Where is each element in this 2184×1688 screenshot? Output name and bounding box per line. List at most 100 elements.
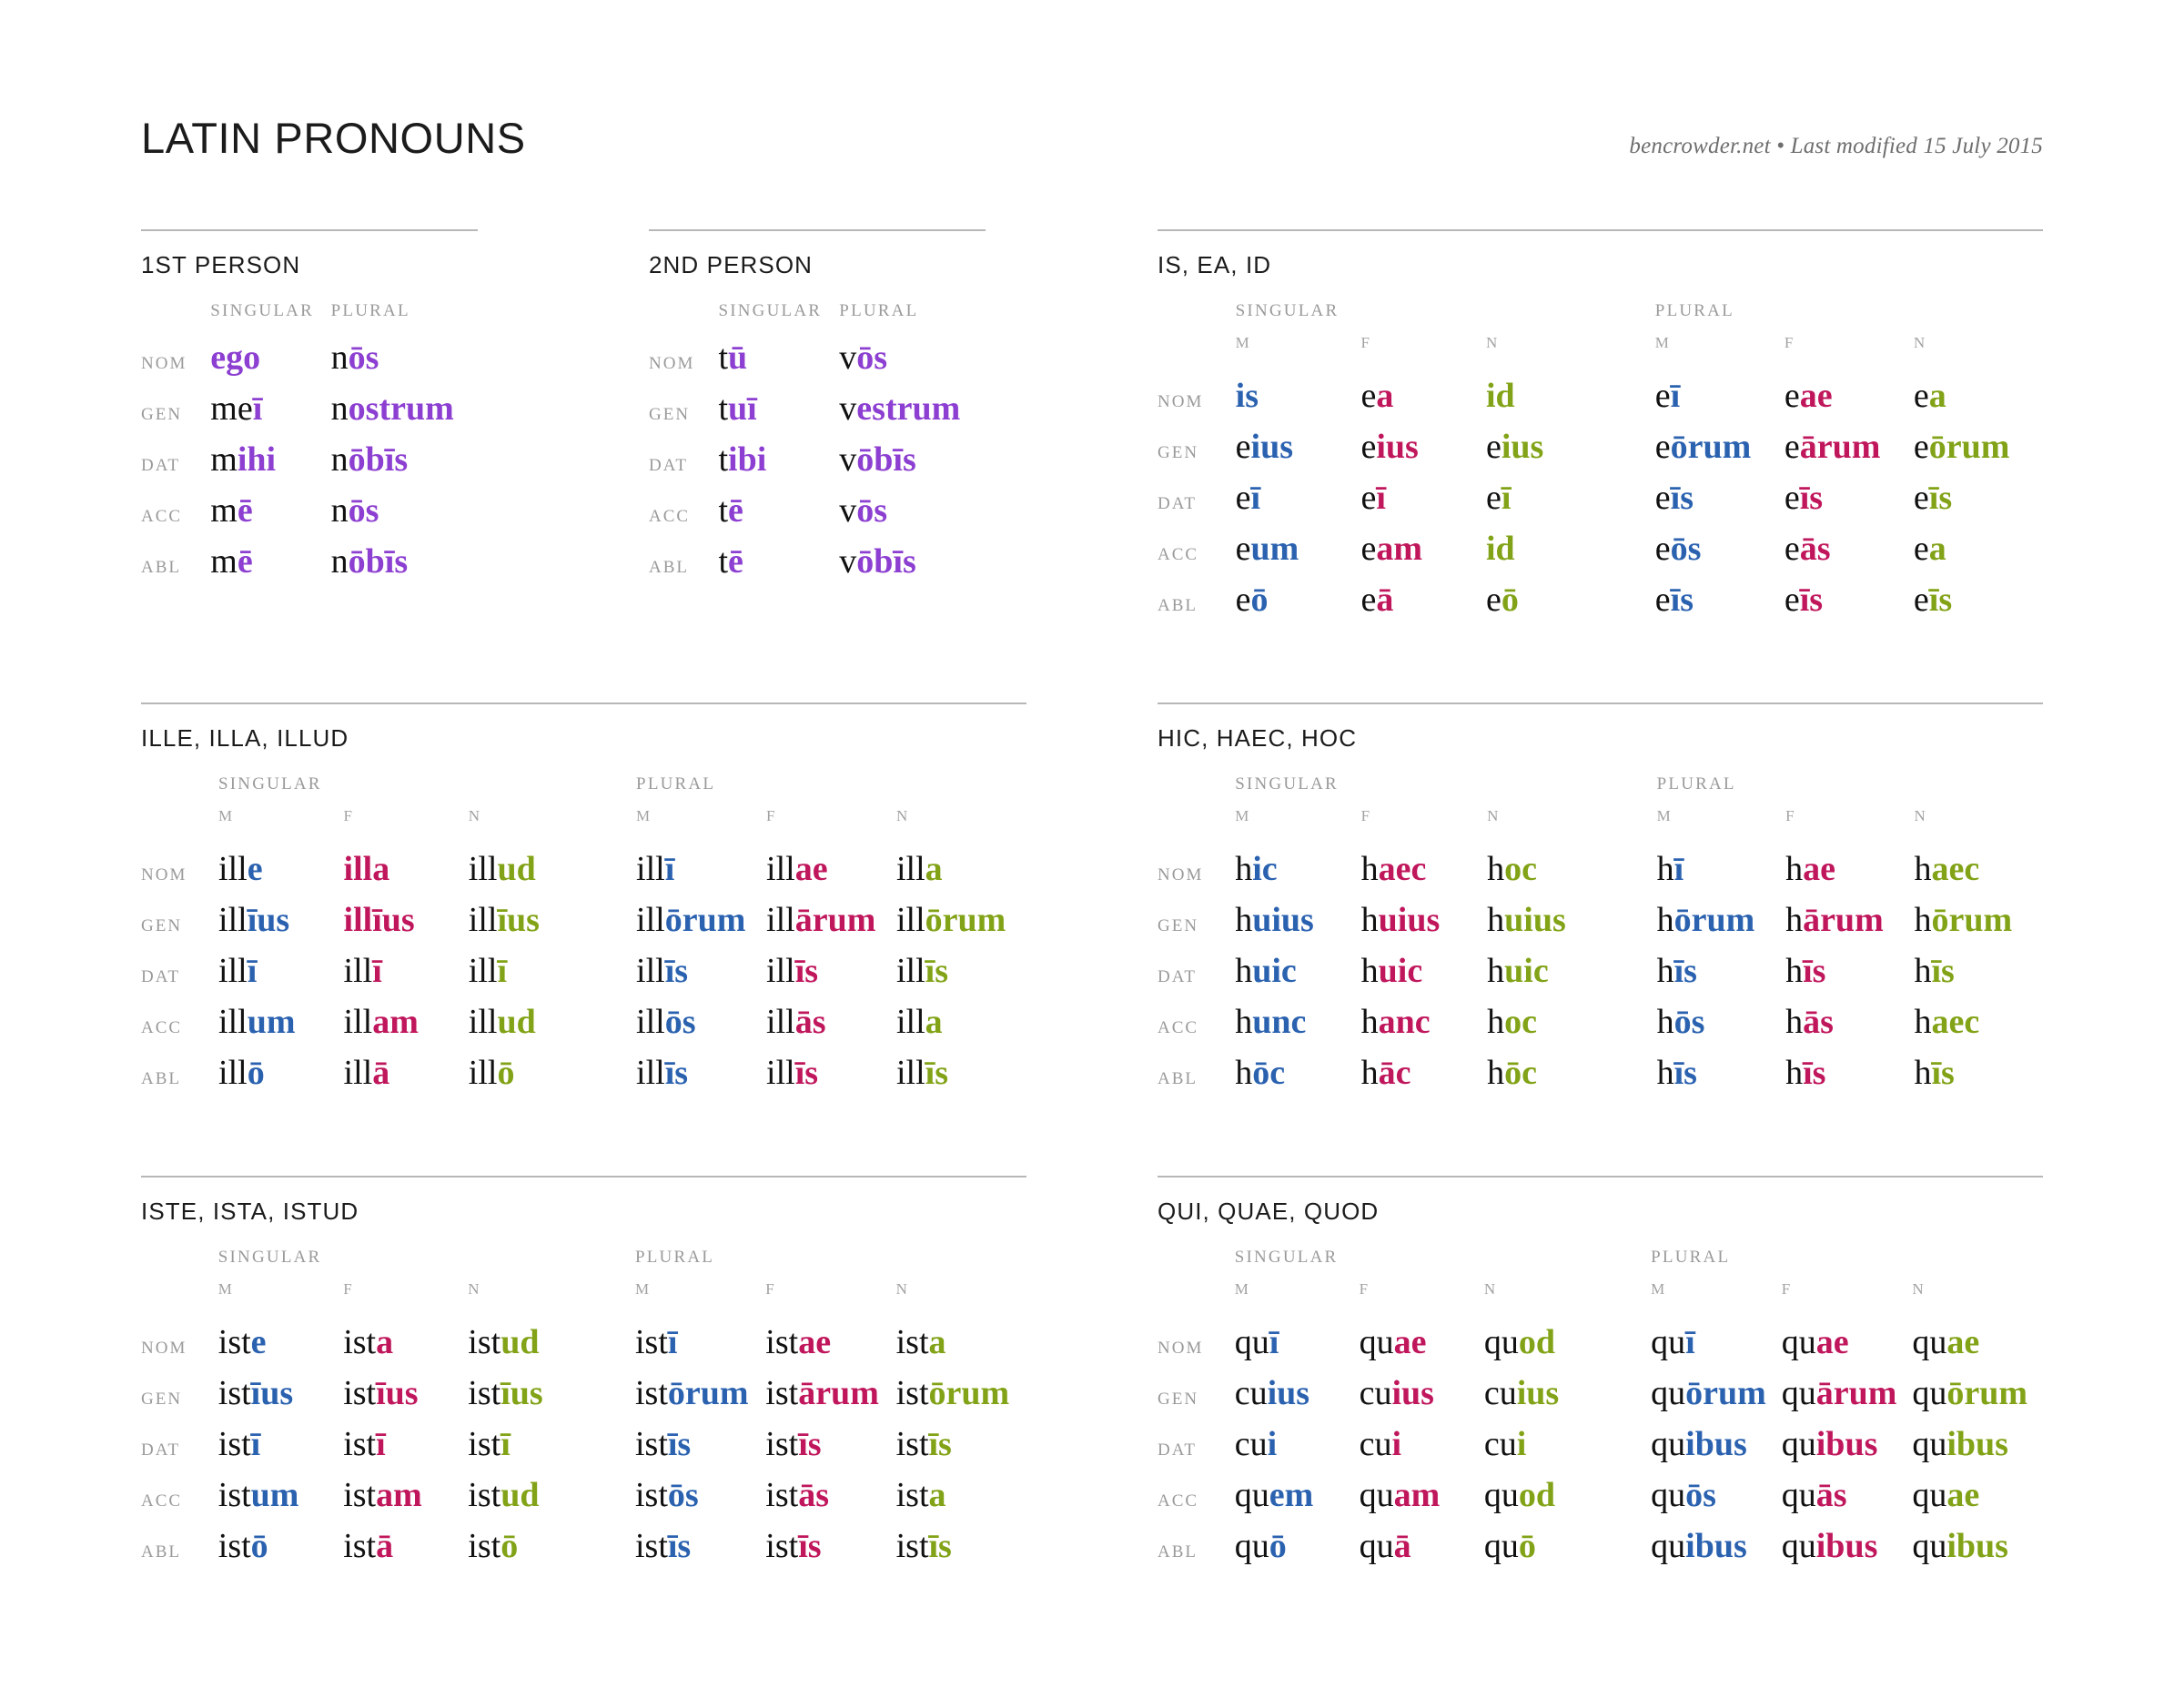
header-pl-masculine: M [1651, 1280, 1666, 1298]
header-sg-neuter: N [468, 1280, 481, 1298]
row-gap [592, 998, 636, 1049]
form-plural: nōbīs [331, 436, 478, 487]
form-plural: istōrum [635, 1370, 765, 1420]
form-singular: huic [1487, 947, 1613, 998]
form-stem: ill [343, 1054, 373, 1092]
form-stem: ill [468, 1003, 498, 1041]
form-stem: ill [218, 901, 248, 939]
form-singular: tē [718, 487, 839, 538]
section-qui-quae-quod: QUI, QUAE, QUOD SINGULAR PLURAL M F N M F N NOM qu… [1158, 1176, 2043, 1573]
form-ending: ud [500, 1323, 540, 1361]
form-ending: uic [1252, 952, 1297, 990]
row-gap [1613, 1049, 1657, 1100]
table-row: GEN meī nostrum [141, 385, 478, 436]
case-label-abl: ABL [141, 1542, 181, 1562]
form-stem: h [1360, 901, 1379, 939]
header-sg-masculine: M [1235, 807, 1250, 824]
form-singular: mē [210, 538, 330, 589]
section-row-1: 1ST PERSON SINGULAR PLURAL NOM ego nōs GEN meī n… [141, 229, 2043, 702]
form-ending: īs [1670, 581, 1694, 619]
case-label-gen: GEN [1158, 1390, 1199, 1409]
form-stem: e [1913, 377, 1929, 415]
form-stem: ist [468, 1527, 501, 1565]
form-plural: quibus [1782, 1420, 1913, 1471]
form-ending: estrum [856, 389, 961, 428]
form-singular: huius [1487, 896, 1613, 947]
form-ending: ās [1799, 530, 1831, 568]
form-stem: ist [217, 1476, 251, 1514]
form-singular: istō [468, 1522, 592, 1573]
form-stem: h [1487, 901, 1505, 939]
header-sg-feminine: F [1360, 334, 1371, 351]
form-stem: qu [1781, 1374, 1816, 1412]
form-plural: nōs [331, 487, 478, 538]
form-stem: ist [634, 1476, 668, 1514]
row-gap [592, 1471, 635, 1522]
form-ending: ō [1501, 581, 1519, 619]
header-pl-feminine: F [1785, 807, 1796, 824]
form-ending: ibi [728, 440, 767, 479]
form-stem: v [839, 440, 857, 479]
form-ending: ibus [1815, 1527, 1878, 1565]
case-label-abl: ABL [649, 558, 689, 577]
form-stem: qu [1483, 1323, 1519, 1361]
form-ending: oc [1504, 850, 1537, 888]
section-iste-ista-istud: ISTE, ISTA, ISTUD SINGULAR PLURAL M F N M F N NOM… [141, 1176, 1026, 1573]
form-stem: h [1487, 952, 1505, 990]
declension-table: SINGULAR PLURAL M F N M F N NOM ille illa illud illī… [141, 774, 1026, 1100]
form-ending: ibus [1815, 1425, 1878, 1463]
form-ending: ī [500, 1425, 511, 1463]
form-plural: eōrum [1914, 423, 2043, 474]
row-gap [592, 845, 636, 896]
form-stem: ist [217, 1527, 251, 1565]
form-ending: a [925, 1003, 943, 1041]
form-stem: t [718, 339, 729, 377]
case-label-dat: DAT [1158, 1440, 1197, 1460]
form-ending: unc [1252, 1003, 1307, 1041]
form-ending: od [1518, 1476, 1555, 1514]
table-row: GEN cuius cuius cuius quōrum quārum quōrum [1158, 1370, 2043, 1420]
declension-table: SINGULAR PLURAL M F N M F N NOM iste ista istud istī… [141, 1248, 1026, 1573]
form-stem: me [210, 389, 253, 428]
form-plural: istīs [896, 1522, 1026, 1573]
form-singular: hāc [1361, 1049, 1487, 1100]
case-label-dat: DAT [1158, 967, 1197, 986]
table-row: ABL istō istā istō istīs istīs istīs [141, 1522, 1026, 1573]
form-singular: hōc [1235, 1049, 1360, 1100]
form-ending: ōbīs [856, 542, 916, 581]
form-ending: ū [728, 339, 748, 377]
form-ending: ōbīs [856, 440, 916, 479]
header-pl-feminine: F [1781, 1280, 1792, 1298]
form-ending: uius [1378, 901, 1441, 939]
form-plural: hīs [1657, 947, 1785, 998]
form-stem: h [1656, 952, 1674, 990]
form-plural: ea [1914, 372, 2043, 423]
header-gap [1611, 301, 1655, 334]
form-stem: qu [1651, 1323, 1686, 1361]
header-spacer [1158, 334, 1236, 372]
form-ending: ius [1391, 1374, 1434, 1412]
form-plural: quās [1782, 1471, 1913, 1522]
form-plural: quōrum [1912, 1370, 2043, 1420]
case-label-acc: ACC [649, 507, 691, 526]
form-stem: e [1784, 377, 1800, 415]
form-stem: ist [895, 1323, 929, 1361]
form-ending: am [376, 1476, 422, 1514]
form-ending: a [376, 1323, 394, 1361]
declension-table: SINGULAR PLURAL NOM tū vōs GEN tuī vestrum DAT ti… [649, 301, 986, 589]
form-stem: ill [636, 952, 665, 990]
row-gap [1613, 896, 1657, 947]
form-stem: e [1654, 428, 1671, 466]
form-ending: a [928, 1323, 946, 1361]
form-ending: aec [1378, 850, 1427, 888]
form-ending: ōbīs [348, 440, 409, 479]
number-header-row: SINGULAR PLURAL [141, 1248, 1026, 1280]
form-plural: eās [1785, 525, 1914, 576]
form-ending: īs [1928, 581, 1953, 619]
form-ending: ae [798, 1323, 832, 1361]
form-ending: ae [1393, 1323, 1427, 1361]
form-singular: istō [218, 1522, 343, 1573]
form-plural: illīs [896, 1049, 1026, 1100]
case-label-acc: ACC [141, 1491, 183, 1511]
form-singular: quō [1484, 1522, 1608, 1573]
